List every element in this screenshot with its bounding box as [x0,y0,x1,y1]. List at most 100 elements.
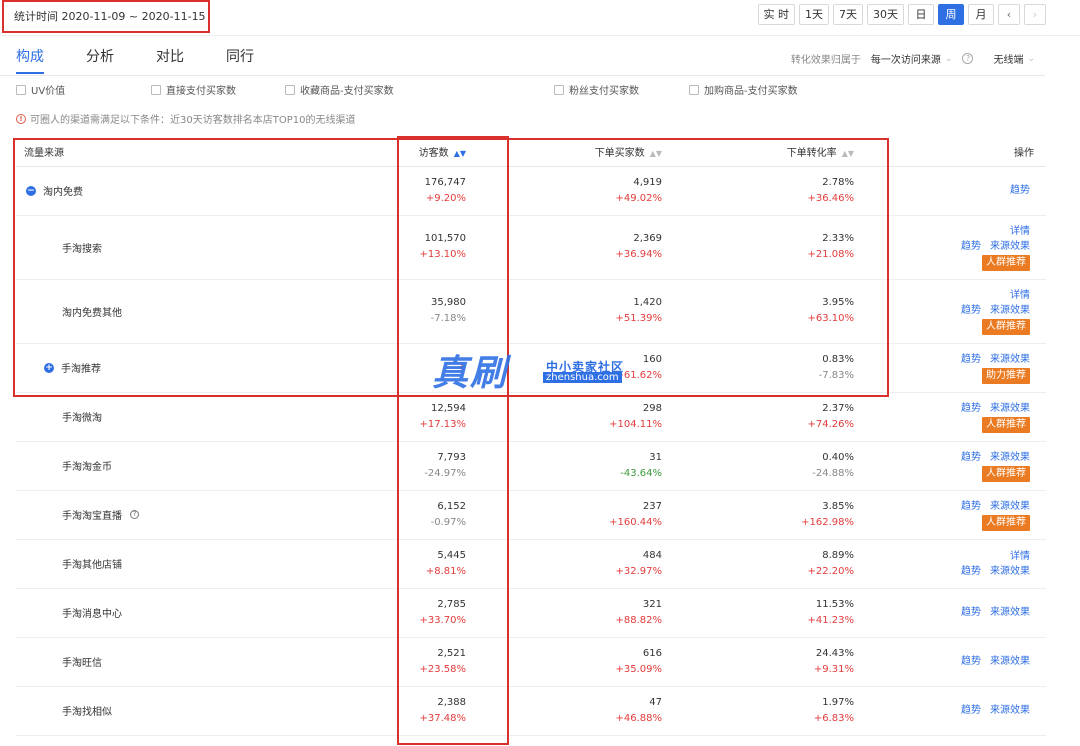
help-icon[interactable]: ? [962,53,974,64]
source-name: 淘内免费其他 [62,307,122,319]
value: 0.40% [822,451,854,463]
sort-desc-icon[interactable]: ▲▼ [454,149,466,158]
help-icon[interactable]: ? [130,510,139,519]
recommend-badge-button[interactable]: 人群推荐 [982,465,1030,482]
channel-notice: ! 可圈人的渠道需满足以下条件：近30天访客数排名本店TOP10的无线渠道 [16,111,355,126]
recommend-badge-button[interactable]: 人群推荐 [982,416,1030,433]
change: +162.98% [801,516,854,528]
value: 616 [642,647,662,659]
source-name: 手淘其他店铺 [62,560,122,571]
value: 101,570 [424,233,466,244]
change: -0.97% [430,516,466,528]
sort-icon[interactable]: ▲▼ [842,149,854,158]
period-7day-button[interactable]: 7天 [833,4,863,25]
trend-link[interactable]: 趋势 [961,499,981,514]
period-month-button[interactable]: 月 [968,4,994,25]
chevron-right-icon: › [1032,8,1038,21]
detail-link[interactable]: 详情 [1010,288,1030,303]
period-1day-button[interactable]: 1天 [799,4,829,25]
value: 2.33% [822,233,854,244]
rate-cell: 3.95% +63.10% [682,279,874,344]
source-effect-link[interactable]: 来源效果 [990,564,1030,579]
source-effect-link[interactable]: 来源效果 [990,303,1030,318]
checkbox-icon[interactable] [16,84,26,95]
period-realtime-button[interactable]: 实 时 [757,4,795,25]
source-effect-link[interactable]: 来源效果 [990,401,1030,416]
table-row: 手淘旺信 2,521 +23.58% 616 +35.09% 24.43% +9.31% 趋势… [16,637,1046,687]
header-visitors[interactable]: 访客数 ▲▼ [256,137,486,167]
expand-icon[interactable]: + [44,362,54,373]
main-tabs: 构成 分析 对比 同行 [16,46,254,74]
source-effect-link[interactable]: 来源效果 [990,605,1030,620]
recommend-badge-button[interactable]: 助力推荐 [982,367,1030,384]
metric-uv-value[interactable]: UV价值 [16,82,65,97]
change: +9.31% [813,663,854,675]
table-row: 手淘找相似 2,388 +37.48% 47 +46.88% 1.97% +6.83% 趋势来… [16,686,1046,736]
trend-link[interactable]: 趋势 [961,303,981,318]
next-period-button[interactable]: › [1024,4,1046,25]
source-effect-link[interactable]: 来源效果 [990,239,1030,254]
value: 6,152 [437,500,466,512]
tab-compare[interactable]: 对比 [156,46,184,74]
checkbox-icon[interactable] [554,84,564,95]
source-cell: 手淘消息中心 [16,588,256,638]
source-effect-link[interactable]: 来源效果 [990,703,1030,718]
tab-composition[interactable]: 构成 [16,46,44,74]
header-rate[interactable]: 下单转化率 ▲▼ [682,137,874,167]
checkbox-icon[interactable] [285,84,295,95]
device-select[interactable]: 无线端 ⌄ [993,51,1035,67]
prev-period-button[interactable]: ‹ [998,4,1020,25]
metric-fav-pay-buyers[interactable]: 收藏商品-支付买家数 [285,82,394,97]
source-effect-link[interactable]: 来源效果 [990,450,1030,465]
period-day-button[interactable]: 日 [908,4,934,25]
visitors-cell: 2,785 +33.70% [256,588,486,638]
buyers-cell: 484 +32.97% [486,539,682,589]
trend-link[interactable]: 趋势 [961,352,981,367]
table-row: + 手淘推荐 +160 +61.62% 0.83% -7.83% 趋势 来源效果 助力推荐 [16,343,1046,393]
trend-link[interactable]: 趋势 [961,401,981,416]
trend-link[interactable]: 趋势 [961,564,981,579]
actions-cell: 趋势 来源效果 [874,686,1046,736]
trend-link[interactable]: 趋势 [961,654,981,669]
source-effect-link[interactable]: 来源效果 [990,654,1030,669]
metric-cart-pay-buyers[interactable]: 加购商品-支付买家数 [689,82,798,97]
tab-peers[interactable]: 同行 [226,46,254,74]
period-30day-button[interactable]: 30天 [867,4,904,25]
collapse-icon[interactable]: − [26,185,36,196]
recommend-badge-button[interactable]: 人群推荐 [982,254,1030,271]
detail-link[interactable]: 详情 [1010,224,1030,239]
metric-fan-pay-buyers[interactable]: 粉丝支付买家数 [554,82,639,97]
actions-cell: 趋势 来源效果 [874,588,1046,638]
change: -24.88% [812,467,854,479]
sort-icon[interactable]: ▲▼ [650,149,662,158]
detail-link[interactable]: 详情 [1010,549,1030,564]
metric-direct-pay-buyers[interactable]: 直接支付买家数 [151,82,236,97]
trend-link[interactable]: 趋势 [1010,183,1030,198]
checkbox-icon[interactable] [689,84,699,95]
period-week-button[interactable]: 周 [938,4,964,25]
tab-analysis[interactable]: 分析 [86,46,114,74]
value: 2.37% [822,402,854,414]
source-cell: 手淘淘宝直播? [16,490,256,540]
change: -24.97% [424,467,466,479]
trend-link[interactable]: 趋势 [961,450,981,465]
value: 3.85% [822,500,854,512]
rate-cell: 0.83% -7.83% [682,343,874,393]
trend-link[interactable]: 趋势 [961,239,981,254]
change: +41.23% [807,614,854,626]
change: +9.20% [425,192,466,204]
change: +22.20% [807,565,854,577]
change: +8.81% [425,565,466,577]
header-buyers[interactable]: 下单买家数 ▲▼ [486,137,682,167]
recommend-badge-button[interactable]: 人群推荐 [982,514,1030,531]
trend-link[interactable]: 趋势 [961,605,981,620]
source-effect-link[interactable]: 来源效果 [990,352,1030,367]
device-value: 无线端 [993,55,1024,66]
source-effect-link[interactable]: 来源效果 [990,499,1030,514]
attribution-select[interactable]: 每一次访问来源 ⌄ [871,51,953,67]
change: +23.58% [419,663,466,675]
source-name: 手淘淘宝直播 [62,511,122,522]
checkbox-icon[interactable] [151,84,161,95]
trend-link[interactable]: 趋势 [961,703,981,718]
recommend-badge-button[interactable]: 人群推荐 [982,318,1030,335]
